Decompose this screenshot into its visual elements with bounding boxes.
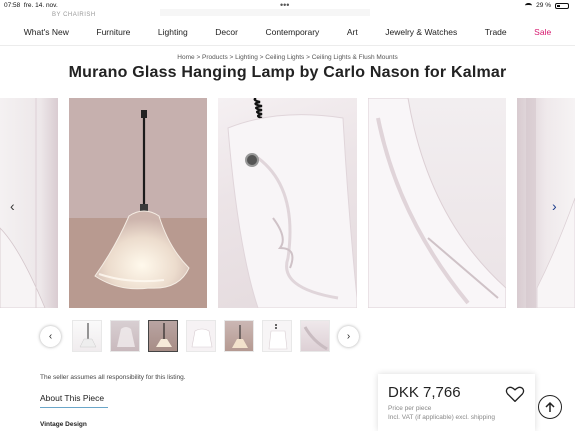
nav-decor[interactable]: Decor xyxy=(215,27,238,37)
brand-subtitle: BY CHAIRISH xyxy=(52,12,96,18)
image-carousel[interactable]: ‹ › xyxy=(0,98,575,310)
scroll-to-top-button[interactable] xyxy=(538,395,562,419)
status-right: 29 % xyxy=(525,2,569,9)
nav-jewelry-watches[interactable]: Jewelry & Watches xyxy=(385,27,457,37)
main-nav: What's New Furniture Lighting Decor Cont… xyxy=(0,22,575,42)
thumbnail-3-selected[interactable] xyxy=(148,320,178,352)
product-photo-glass-detail[interactable] xyxy=(368,98,506,308)
product-photo-lamp-lit[interactable] xyxy=(69,98,207,308)
glass-shade-edge-right xyxy=(526,98,575,308)
price-per-piece: Price per piece xyxy=(388,405,432,412)
price-card: DKK 7,766 Price per piece Incl. VAT (if … xyxy=(378,374,535,431)
nav-sale[interactable]: Sale xyxy=(534,27,551,37)
thumbnail-1[interactable] xyxy=(72,320,102,352)
chevron-right-icon[interactable]: › xyxy=(552,198,557,214)
thumbnail-4[interactable] xyxy=(186,320,216,352)
about-subheading: Vintage Design xyxy=(40,421,87,428)
product-photo-partial-left[interactable] xyxy=(0,98,58,308)
arrow-up-icon xyxy=(545,401,555,412)
seller-disclaimer: The seller assumes all responsibility fo… xyxy=(40,374,186,381)
breadcrumb[interactable]: Home > Products > Lighting > Ceiling Lig… xyxy=(0,54,575,61)
nav-lighting[interactable]: Lighting xyxy=(158,27,188,37)
thumbnail-prev-button[interactable]: ‹ xyxy=(40,326,61,347)
price-vat-note: Incl. VAT (if applicable) excl. shipping xyxy=(388,414,495,421)
hanging-lamp-illustration xyxy=(69,98,207,308)
glass-shade-edge xyxy=(0,98,46,308)
about-heading[interactable]: About This Piece xyxy=(40,393,104,403)
thumbnail-5[interactable] xyxy=(224,320,254,352)
product-photo-partial-right[interactable] xyxy=(517,98,575,308)
thumbnail-2[interactable] xyxy=(110,320,140,352)
chevron-left-icon[interactable]: ‹ xyxy=(10,198,15,214)
thumbnail-strip: ‹ › xyxy=(40,320,362,354)
wifi-icon xyxy=(525,3,533,8)
nav-whats-new[interactable]: What's New xyxy=(24,27,69,37)
chevron-right-icon: › xyxy=(346,331,351,342)
glass-closeup-illustration xyxy=(227,98,357,308)
battery-percent: 29 % xyxy=(536,2,551,9)
heart-icon[interactable] xyxy=(505,385,525,403)
thumbnail-6[interactable] xyxy=(262,320,292,352)
nav-divider xyxy=(0,45,575,46)
thumbnail-next-button[interactable]: › xyxy=(338,326,359,347)
nav-furniture[interactable]: Furniture xyxy=(96,27,130,37)
nav-contemporary[interactable]: Contemporary xyxy=(265,27,319,37)
product-photo-glass-closeup[interactable] xyxy=(218,98,357,308)
battery-icon xyxy=(555,2,569,9)
status-time-date: 07:58 fre. 14. nov. xyxy=(4,2,58,9)
nav-trade[interactable]: Trade xyxy=(485,27,507,37)
nav-art[interactable]: Art xyxy=(347,27,358,37)
price-amount: DKK 7,766 xyxy=(388,384,461,401)
url-bar-remnant xyxy=(160,9,370,16)
page-title: Murano Glass Hanging Lamp by Carlo Nason… xyxy=(68,64,507,81)
chevron-left-icon: ‹ xyxy=(48,331,53,342)
about-heading-underline xyxy=(40,407,108,408)
thumbnail-7[interactable] xyxy=(300,320,330,352)
glass-detail-illustration xyxy=(368,98,506,308)
